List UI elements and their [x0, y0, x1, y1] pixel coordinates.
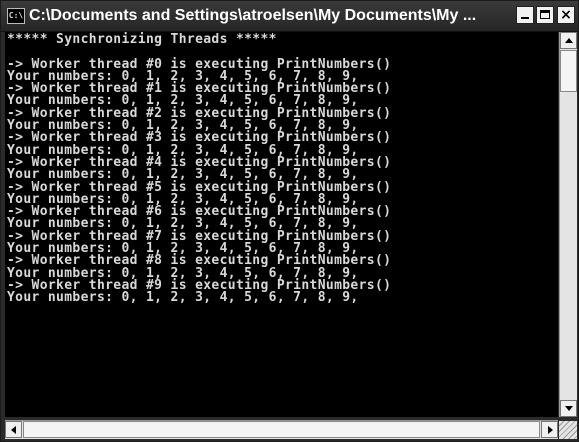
vertical-scroll-thumb[interactable]: [560, 50, 577, 92]
minimize-icon: [521, 17, 529, 19]
maximize-icon: [540, 10, 550, 19]
scroll-down-button[interactable]: [560, 400, 577, 417]
arrow-left-icon: [11, 426, 16, 434]
horizontal-scrollbar[interactable]: [5, 420, 558, 439]
maximize-button[interactable]: [536, 6, 554, 24]
arrow-right-icon: [548, 426, 553, 434]
minimize-button[interactable]: [516, 6, 534, 24]
close-icon: ×: [560, 7, 572, 23]
horizontal-scroll-thumb[interactable]: [23, 421, 540, 438]
console-window: C:\ C:\Documents and Settings\atroelsen\…: [0, 0, 579, 442]
close-button[interactable]: ×: [557, 6, 575, 24]
console-line: Your numbers: 0, 1, 2, 3, 4, 5, 6, 7, 8,…: [7, 290, 359, 306]
arrow-down-icon: [565, 406, 573, 411]
scroll-up-button[interactable]: [560, 32, 577, 49]
vertical-scrollbar[interactable]: [559, 32, 577, 417]
console-lines: ***** Synchronizing Threads ***** -> Work…: [7, 32, 558, 306]
console-line: ***** Synchronizing Threads *****: [7, 32, 277, 47]
arrow-up-icon: [565, 38, 573, 43]
scroll-left-button[interactable]: [5, 421, 22, 438]
console-icon[interactable]: C:\: [7, 8, 25, 24]
console-output[interactable]: ***** Synchronizing Threads ***** -> Work…: [5, 32, 558, 417]
scroll-right-button[interactable]: [541, 421, 558, 438]
title-bar[interactable]: C:\ C:\Documents and Settings\atroelsen\…: [1, 1, 578, 32]
window-title: C:\Documents and Settings\atroelsen\My D…: [29, 7, 477, 24]
resize-grip-icon[interactable]: [559, 421, 577, 439]
